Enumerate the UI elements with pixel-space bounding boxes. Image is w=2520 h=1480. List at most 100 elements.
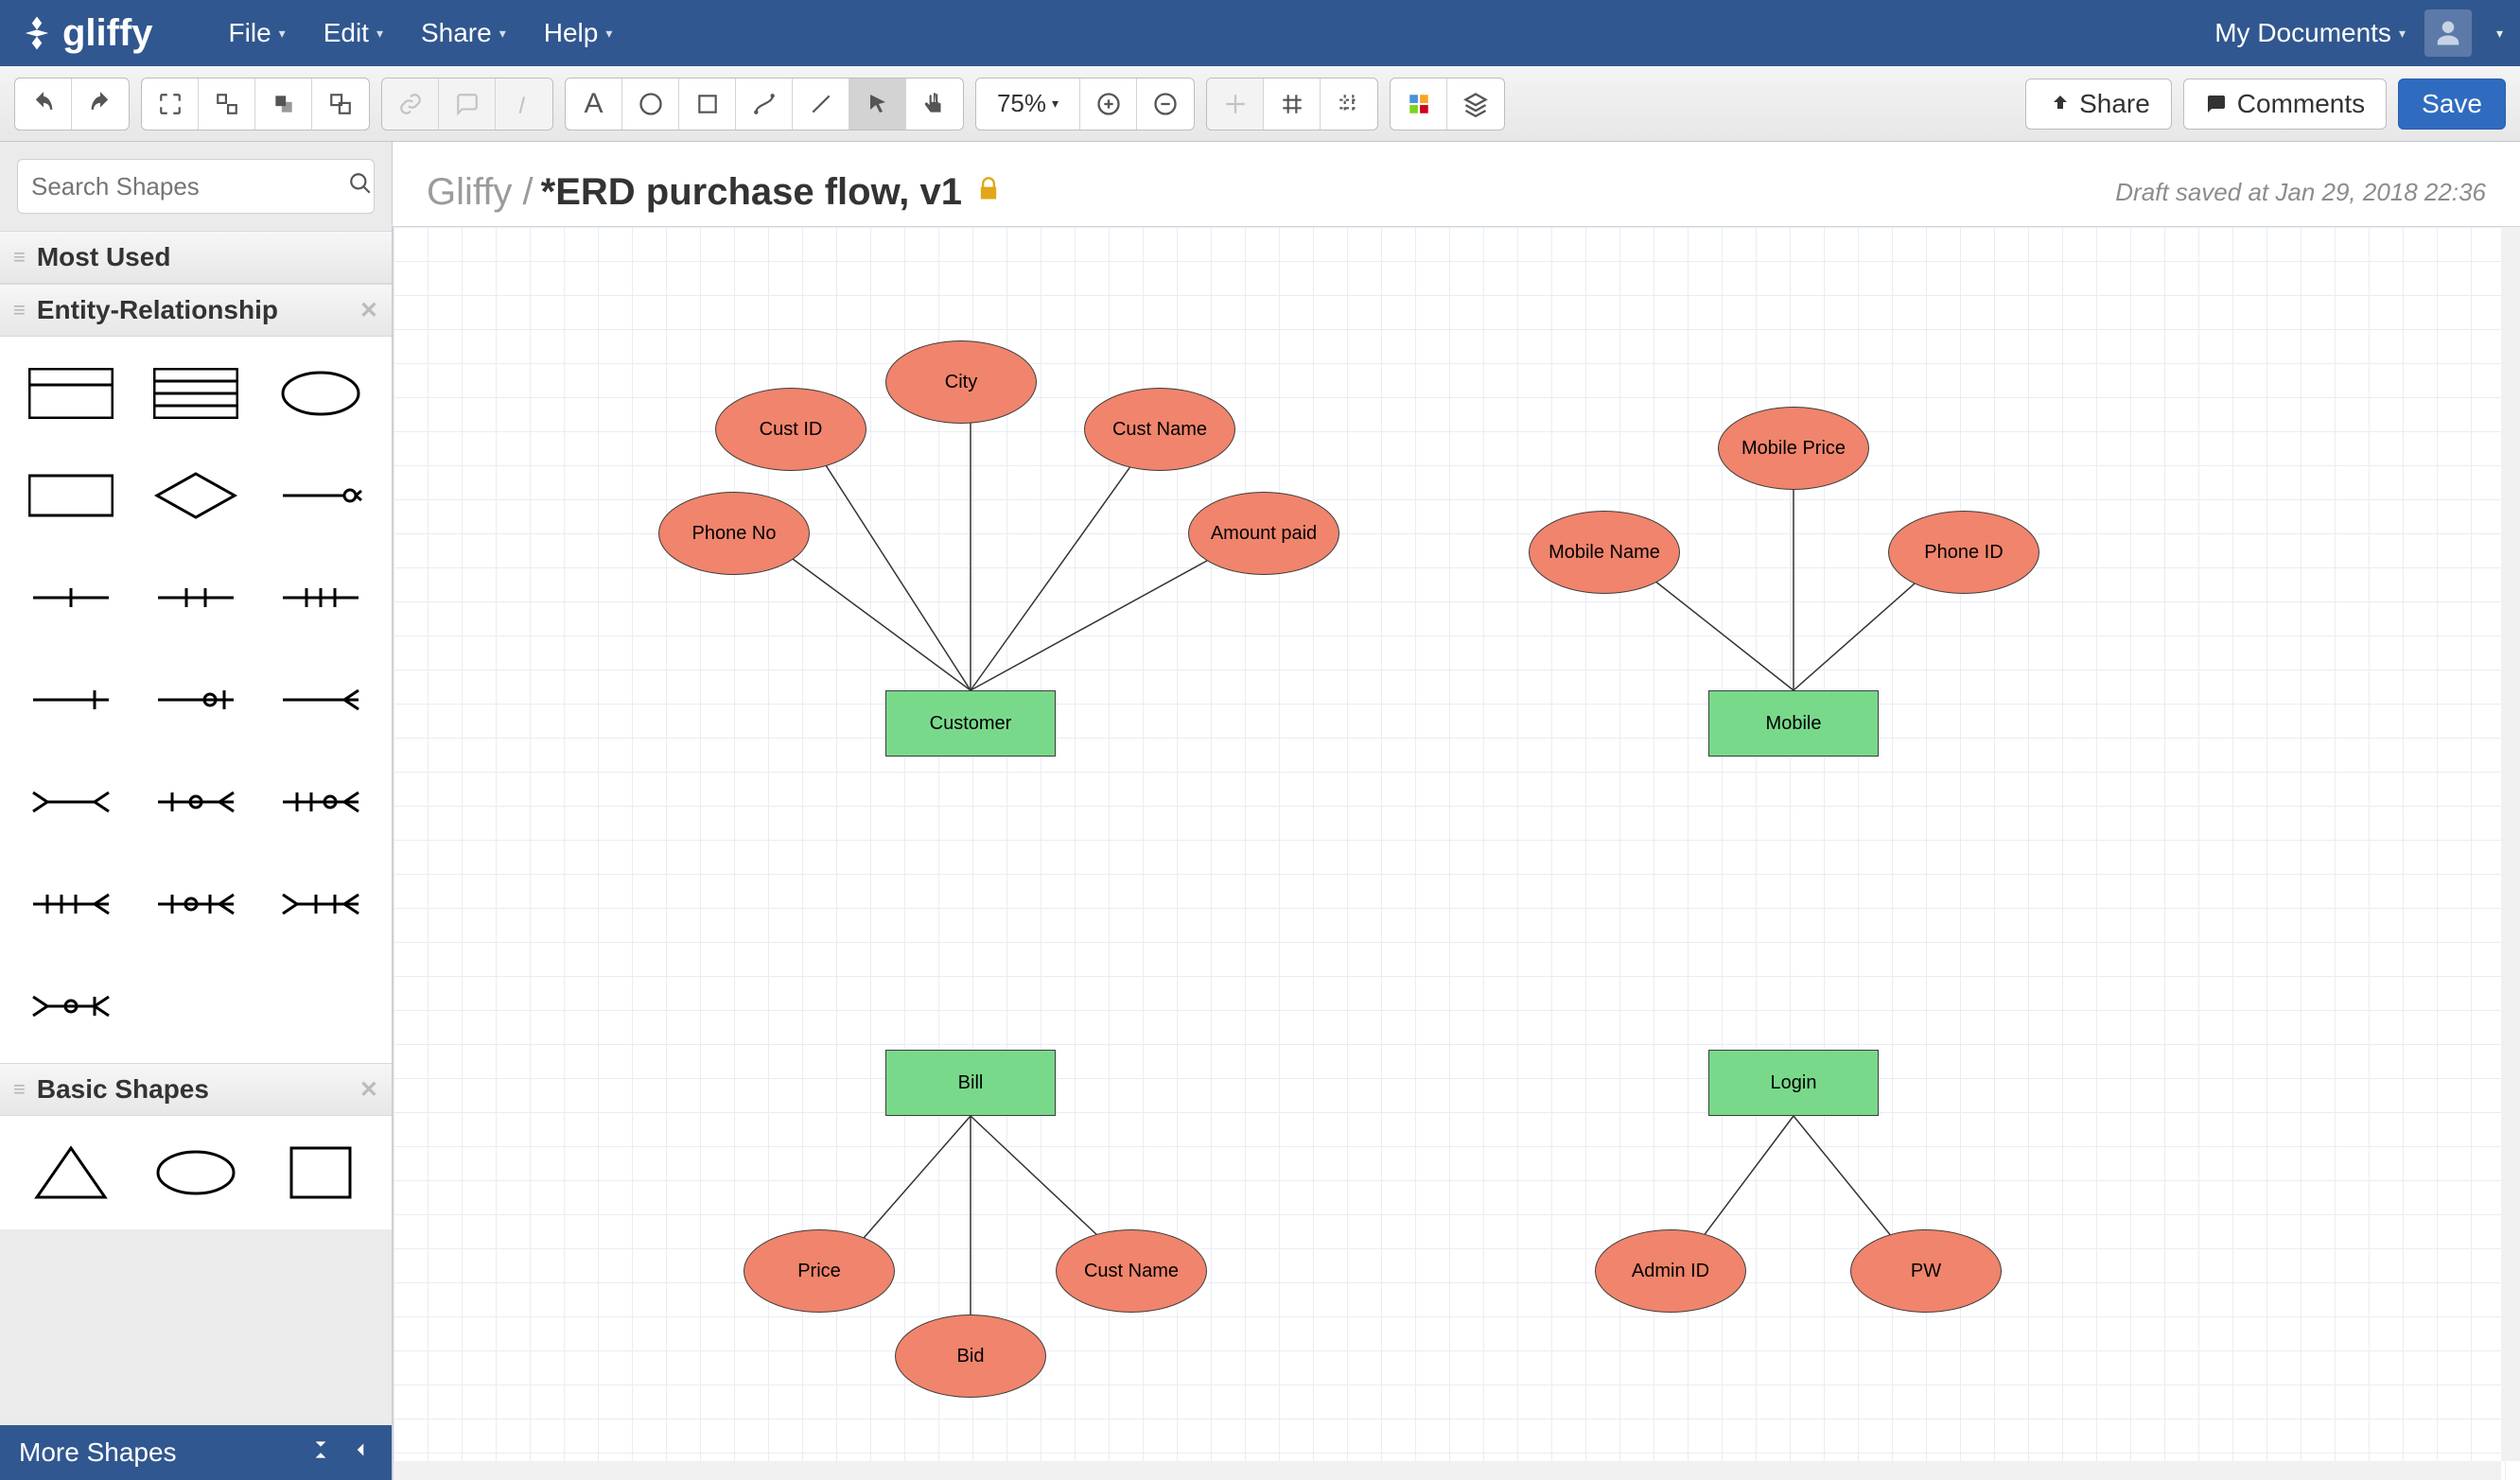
entity-login[interactable]: Login [1708,1050,1879,1116]
shape-rel-6[interactable] [267,662,375,738]
connector-tool-button[interactable] [736,78,793,130]
fit-button[interactable] [142,78,199,130]
attr-cust-name[interactable]: Cust Name [1084,388,1235,471]
ungroup-button[interactable] [199,78,255,130]
shape-rel-3[interactable] [267,560,375,636]
shape-rel-7[interactable] [17,764,125,840]
comment-tool-button[interactable] [439,78,496,130]
section-entity-relationship[interactable]: ≡ Entity-Relationship ✕ [0,284,392,337]
group-button[interactable] [255,78,312,130]
close-icon[interactable]: ✕ [359,297,378,324]
search-shapes-input[interactable] [17,159,375,214]
er-shapes-grid [0,337,392,1063]
attr-pw[interactable]: PW [1850,1229,2002,1313]
share-button[interactable]: Share [2025,78,2172,130]
section-basic-shapes[interactable]: ≡ Basic Shapes ✕ [0,1063,392,1116]
ellipse-tool-button[interactable] [622,78,679,130]
entity-mobile[interactable]: Mobile [1708,690,1879,757]
shape-rel-10[interactable] [17,866,125,942]
guides-button[interactable] [1321,78,1377,130]
search-icon [348,171,373,202]
toolbar: A 75%▾ Share Comments Save [0,66,2520,142]
shape-rel-13[interactable] [17,968,125,1044]
shape-rel-9[interactable] [267,764,375,840]
line-tool-button[interactable] [793,78,849,130]
shape-entity[interactable] [17,356,125,431]
menubar: gliffy File▾ Edit▾ Share▾ Help▾ My Docum… [0,0,2520,66]
attr-cust-id[interactable]: Cust ID [715,388,866,471]
theme-button[interactable] [1391,78,1447,130]
expand-icon[interactable] [308,1437,333,1469]
my-documents-link[interactable]: My Documents▾ [2214,18,2406,48]
zoom-out-button[interactable] [1137,78,1194,130]
attr-cust-name-2[interactable]: Cust Name [1056,1229,1207,1313]
attr-admin-id[interactable]: Admin ID [1595,1229,1746,1313]
chevron-down-icon: ▾ [279,26,286,42]
grip-icon: ≡ [13,298,26,322]
redo-button[interactable] [72,78,129,130]
user-icon [2434,19,2462,47]
zoom-in-button[interactable] [1080,78,1137,130]
shape-rel-1[interactable] [17,560,125,636]
shape-rect[interactable] [17,458,125,533]
rect-tool-button[interactable] [679,78,736,130]
entity-bill[interactable]: Bill [885,1050,1056,1116]
shapes-sidebar: ≡ Most Used ≡ Entity-Relationship ✕ [0,142,393,1480]
avatar[interactable] [2424,9,2472,57]
lock-icon [975,175,1002,210]
shape-rel-2[interactable] [142,560,250,636]
link-button[interactable] [382,78,439,130]
attr-mobile-price[interactable]: Mobile Price [1718,407,1869,490]
entity-customer[interactable]: Customer [885,690,1056,757]
attr-phone-no[interactable]: Phone No [658,492,810,575]
attr-bid[interactable]: Bid [895,1315,1046,1398]
shape-ellipse-basic[interactable] [142,1135,250,1210]
shape-rel-11[interactable] [142,866,250,942]
menu-share[interactable]: Share▾ [421,18,506,48]
shape-attribute[interactable] [267,356,375,431]
shape-diamond[interactable] [142,458,250,533]
draft-status: Draft saved at Jan 29, 2018 22:36 [2115,178,2486,207]
more-shapes-button[interactable]: More Shapes [0,1425,392,1480]
attr-mobile-name[interactable]: Mobile Name [1529,511,1680,594]
document-title[interactable]: *ERD purchase flow, v1 [541,171,962,214]
close-icon[interactable]: ✕ [359,1076,378,1104]
layers-button[interactable] [1447,78,1504,130]
send-back-button[interactable] [312,78,369,130]
menu-file[interactable]: File▾ [229,18,286,48]
pan-tool-button[interactable] [906,78,963,130]
grid-button[interactable] [1264,78,1321,130]
collapse-icon[interactable] [348,1437,373,1469]
attr-amount-paid[interactable]: Amount paid [1188,492,1339,575]
snap-button[interactable] [1207,78,1264,130]
horizontal-scrollbar[interactable] [394,1461,2501,1480]
breadcrumb[interactable]: Gliffy / [427,171,534,214]
comments-button[interactable]: Comments [2183,78,2387,130]
section-most-used[interactable]: ≡ Most Used [0,231,392,284]
shape-rel-5[interactable] [142,662,250,738]
attr-price[interactable]: Price [744,1229,895,1313]
save-button[interactable]: Save [2398,78,2506,130]
undo-button[interactable] [15,78,72,130]
zoom-level[interactable]: 75%▾ [976,78,1080,130]
shape-entity-rows[interactable] [142,356,250,431]
text-tool-button[interactable]: A [566,78,622,130]
attr-city[interactable]: City [885,340,1037,424]
shape-rel-4[interactable] [17,662,125,738]
canvas[interactable]: Customer Mobile Bill Login Phone No Cust… [393,227,2520,1480]
menu-help[interactable]: Help▾ [544,18,613,48]
shape-rel-12[interactable] [267,866,375,942]
chevron-down-icon[interactable]: ▾ [2496,26,2503,42]
shape-triangle[interactable] [17,1135,125,1210]
attr-phone-id[interactable]: Phone ID [1888,511,2039,594]
pointer-tool-button[interactable] [849,78,906,130]
shape-square[interactable] [267,1135,375,1210]
clear-format-button[interactable] [496,78,552,130]
chevron-down-icon: ▾ [376,26,383,42]
shape-rel-8[interactable] [142,764,250,840]
canvas-pane: Gliffy / *ERD purchase flow, v1 Draft sa… [393,142,2520,1480]
menu-edit[interactable]: Edit▾ [324,18,383,48]
vertical-scrollbar[interactable] [2501,227,2520,1461]
shape-crow-one[interactable] [267,458,375,533]
grip-icon: ≡ [13,1077,26,1102]
